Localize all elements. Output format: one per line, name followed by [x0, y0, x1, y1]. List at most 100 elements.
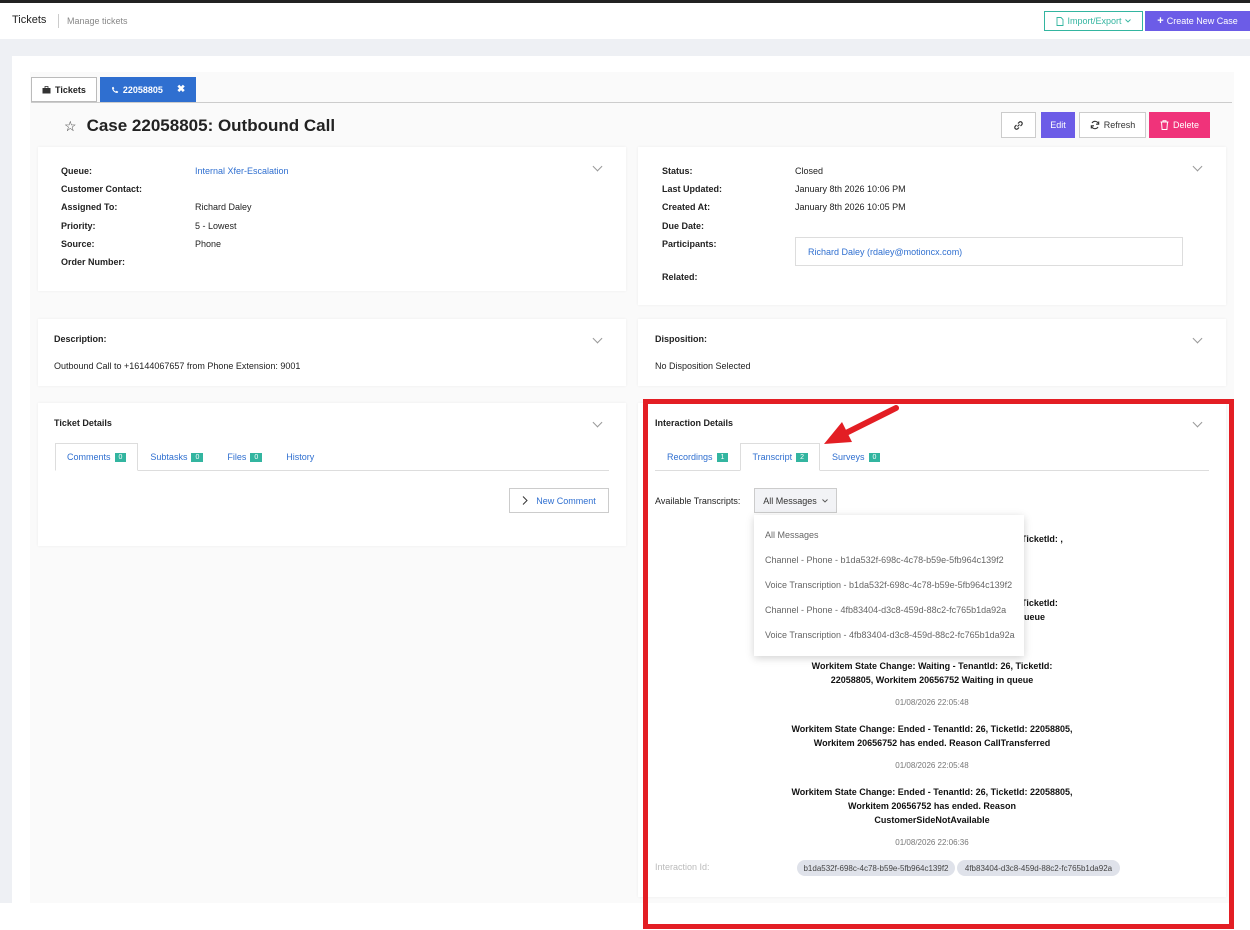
case-status-card	[638, 147, 1226, 305]
recordings-count-badge: 1	[716, 452, 729, 462]
copy-link-button[interactable]	[1001, 112, 1036, 138]
ticket-details-heading: Ticket Details	[54, 418, 112, 428]
case-heading: ☆ Case 22058805: Outbound Call	[64, 116, 335, 136]
trash-icon	[1160, 120, 1169, 130]
tab-transcript[interactable]: Transcript 2	[740, 443, 821, 471]
message-line: Workitem 20656752 has ended. Reason	[848, 801, 1016, 811]
chevron-down-icon[interactable]	[1192, 333, 1203, 344]
status-value: Closed	[795, 166, 824, 176]
order-number-label: Order Number:	[61, 257, 126, 267]
tab-tickets[interactable]: Tickets	[31, 77, 97, 102]
tab-transcript-label: Transcript	[752, 452, 793, 462]
message-line: CustomerSideNotAvailable	[874, 815, 990, 825]
files-count-badge: 0	[250, 452, 263, 462]
plus-icon: +	[1157, 15, 1164, 27]
transcript-message: Workitem State Change: Ended - TenantId:…	[732, 722, 1132, 750]
tab-comments[interactable]: Comments 0	[55, 443, 139, 471]
transcript-option[interactable]: Channel - Phone - b1da532f-698c-4c78-b59…	[765, 555, 1004, 565]
interaction-id-chip[interactable]: 4fb83404-d3c8-459d-88c2-fc765b1da92a	[957, 860, 1120, 876]
phone-icon	[111, 86, 119, 93]
tab-surveys-label: Surveys	[832, 452, 865, 462]
surveys-count-badge: 0	[868, 452, 881, 462]
tab-subtasks[interactable]: Subtasks 0	[138, 443, 215, 471]
transcript-option[interactable]: Voice Transcription - 4fb83404-d3c8-459d…	[765, 630, 1015, 640]
chevron-down-icon	[1124, 19, 1131, 23]
queue-label: Queue:	[61, 166, 93, 176]
transcript-option[interactable]: All Messages	[765, 530, 819, 540]
chevron-down-icon[interactable]	[1192, 417, 1203, 428]
comments-count-badge: 0	[114, 452, 127, 462]
transcript-select[interactable]: All Messages	[754, 488, 837, 513]
transcript-dropdown-menu: All Messages Channel - Phone - b1da532f-…	[754, 515, 1024, 656]
description-text: Outbound Call to +16144067657 from Phone…	[54, 361, 301, 371]
tab-history[interactable]: History	[274, 443, 326, 471]
refresh-button[interactable]: Refresh	[1079, 112, 1146, 138]
case-tabs: Tickets 22058805 ✖	[31, 77, 197, 102]
partial-message-text: TicketId:	[1021, 598, 1058, 608]
chevron-down-icon[interactable]	[592, 417, 603, 428]
partial-message-text: TicketId: ,	[1021, 534, 1063, 544]
link-icon	[1014, 120, 1023, 130]
transcript-option[interactable]: Channel - Phone - 4fb83404-d3c8-459d-88c…	[765, 605, 1006, 615]
tab-comments-label: Comments	[67, 452, 111, 462]
customer-contact-label: Customer Contact:	[61, 184, 143, 194]
message-line: Workitem State Change: Waiting - TenantI…	[811, 661, 1053, 671]
briefcase-icon	[42, 85, 51, 93]
star-icon[interactable]: ☆	[64, 118, 77, 135]
participant-chip[interactable]: Richard Daley (rdaley@motioncx.com)	[795, 237, 1183, 266]
delete-label: Delete	[1172, 120, 1199, 130]
message-line: Workitem State Change: Ended - TenantId:…	[791, 724, 1073, 734]
queue-value[interactable]: Internal Xfer-Escalation	[195, 166, 289, 176]
chevron-down-icon	[821, 498, 828, 503]
description-heading: Description:	[54, 334, 107, 344]
ticket-detail-tabs: Comments 0 Subtasks 0 Files 0 History	[55, 443, 326, 471]
partial-message-text: ueue	[1024, 612, 1046, 622]
tab-recordings[interactable]: Recordings 1	[655, 443, 740, 471]
priority-label: Priority:	[61, 221, 96, 231]
refresh-icon	[1090, 120, 1099, 130]
tab-files-label: Files	[227, 452, 247, 462]
import-export-button[interactable]: Import/Export	[1044, 11, 1143, 31]
tab-files[interactable]: Files 0	[215, 443, 274, 471]
last-updated-value: January 8th 2026 10:06 PM	[795, 184, 906, 194]
ticket-details-card	[38, 403, 626, 546]
subtasks-count-badge: 0	[191, 452, 204, 462]
create-new-case-label: Create New Case	[1166, 16, 1238, 26]
participants-label: Participants:	[662, 239, 717, 249]
status-label: Status:	[662, 166, 693, 176]
page-header: Tickets Manage tickets Import/Export + C…	[0, 3, 1250, 39]
tab-case-label: 22058805	[122, 84, 163, 95]
close-icon[interactable]: ✖	[177, 84, 185, 95]
message-timestamp: 01/08/2026 22:05:48	[895, 698, 969, 707]
disposition-heading: Disposition:	[655, 334, 707, 344]
tab-case[interactable]: 22058805 ✖	[99, 77, 197, 102]
header-divider	[58, 14, 59, 28]
tab-underline	[31, 102, 1232, 103]
chevron-right-icon	[522, 496, 528, 505]
edit-label: Edit	[1050, 120, 1066, 130]
transcript-select-value: All Messages	[763, 495, 817, 506]
tab-subtasks-label: Subtasks	[150, 452, 188, 462]
import-export-label: Import/Export	[1067, 16, 1122, 26]
delete-button[interactable]: Delete	[1149, 112, 1210, 138]
transcript-message: Workitem State Change: Waiting - TenantI…	[732, 659, 1132, 687]
chevron-down-icon[interactable]	[592, 161, 603, 172]
assigned-to-label: Assigned To:	[61, 202, 118, 212]
transcript-message: Workitem State Change: Ended - TenantId:…	[732, 785, 1132, 827]
interaction-id-chip[interactable]: b1da532f-698c-4c78-b59e-5fb964c139f2	[797, 860, 955, 876]
created-at-value: January 8th 2026 10:05 PM	[795, 202, 906, 212]
chevron-down-icon[interactable]	[1192, 161, 1203, 172]
chevron-down-icon[interactable]	[592, 333, 603, 344]
created-at-label: Created At:	[662, 202, 711, 212]
page-title: Tickets	[12, 14, 47, 26]
transcript-option[interactable]: Voice Transcription - b1da532f-698c-4c78…	[765, 580, 1012, 590]
file-icon	[1057, 16, 1064, 26]
edit-button[interactable]: Edit	[1041, 112, 1075, 138]
message-timestamp: 01/08/2026 22:05:48	[895, 761, 969, 770]
page-subtitle: Manage tickets	[67, 16, 128, 26]
message-line: Workitem State Change: Ended - TenantId:…	[791, 787, 1073, 797]
new-comment-button[interactable]: New Comment	[509, 488, 609, 513]
disposition-text: No Disposition Selected	[655, 361, 751, 371]
message-line: 22058805, Workitem 20656752 Waiting in q…	[830, 675, 1034, 685]
create-new-case-button[interactable]: + Create New Case	[1145, 11, 1250, 31]
